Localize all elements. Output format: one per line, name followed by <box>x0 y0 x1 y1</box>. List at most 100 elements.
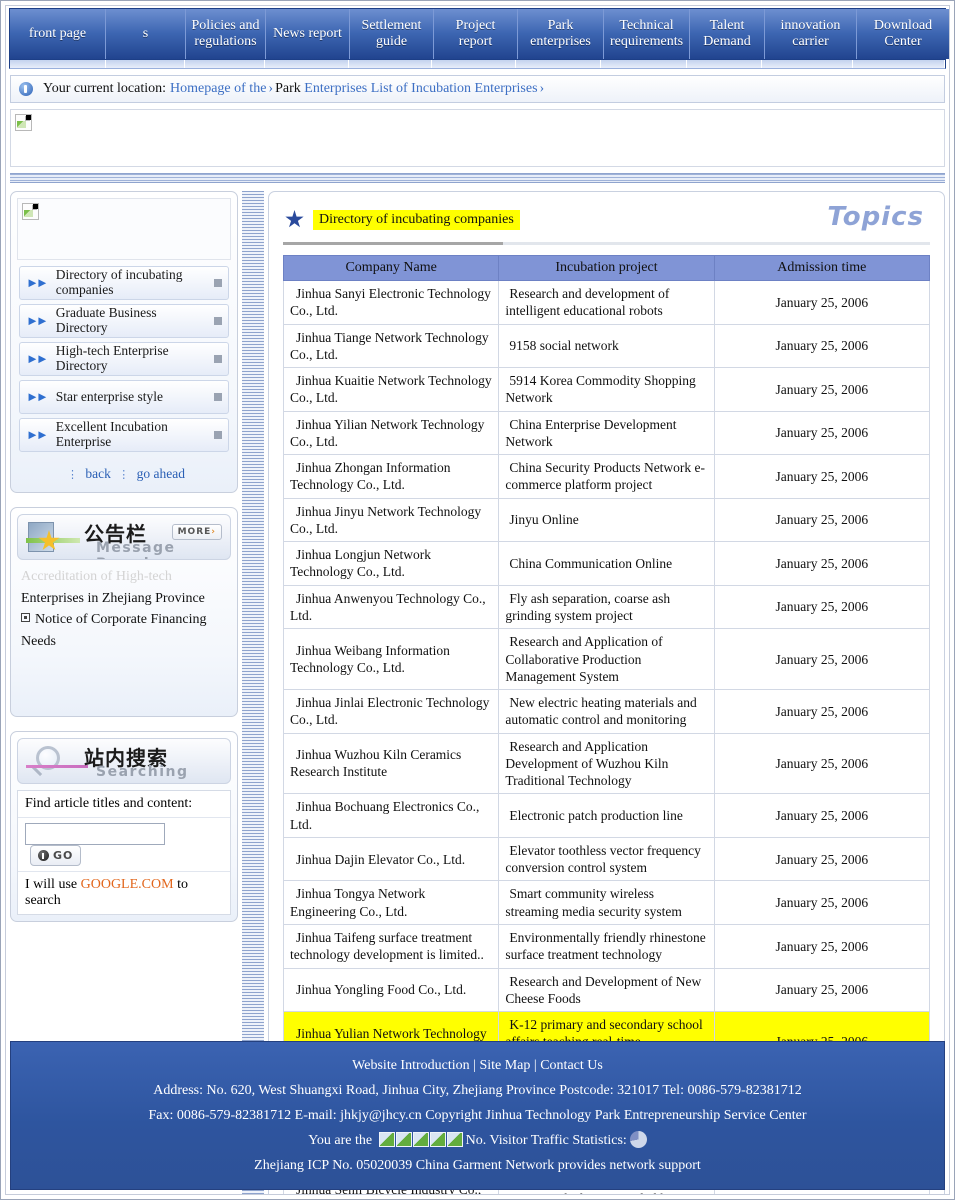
cell-incubation-project: Fly ash separation, coarse ash grinding … <box>498 584 715 630</box>
sidebar-item-label: Graduate Business Directory <box>55 305 157 335</box>
traffic-statistics-icon[interactable] <box>629 1131 647 1149</box>
breadcrumb: Your current location: Homepage of the ›… <box>10 75 945 103</box>
cell-admission-time: January 25, 2006 <box>713 454 931 499</box>
cell-incubation-project: Research and development of intelligent … <box>498 280 715 325</box>
sidebar-item-3[interactable]: ►► Star enterprise style <box>19 380 229 414</box>
footer-link-2[interactable]: Contact Us <box>540 1058 603 1073</box>
table-row[interactable]: Jinhua Jinyu Network Technology Co., Ltd… <box>282 497 931 543</box>
banner-area <box>10 109 945 167</box>
google-link[interactable]: GOOGLE.COM <box>81 877 174 892</box>
go-label: GO <box>53 849 74 862</box>
nav-underbar-cell-8 <box>687 60 762 68</box>
search-input[interactable] <box>25 823 165 845</box>
cell-admission-time: January 25, 2006 <box>713 836 931 882</box>
forward-arrow-icon: ⋮ <box>118 469 130 481</box>
sidebar-item-label: Star enterprise style <box>55 388 163 404</box>
sidebar-item-2[interactable]: ►► High-tech Enterprise Directory <box>19 342 229 376</box>
search-input-row: GO <box>18 818 230 872</box>
cell-admission-time: January 25, 2006 <box>713 732 931 795</box>
sidebar-item-marker <box>214 317 222 325</box>
footer-link-0[interactable]: Website Introduction <box>352 1058 469 1073</box>
cell-company-name: Jinhua Zhongan Information Technology Co… <box>282 454 500 499</box>
nav-item-7[interactable]: Technical requirements <box>604 9 690 59</box>
sidebar-item-1[interactable]: ►► Graduate Business Directory <box>19 304 229 338</box>
table-row[interactable]: Jinhua Tongya Network Engineering Co., L… <box>282 880 931 925</box>
table-row[interactable]: Jinhua Yongling Food Co., Ltd. Research a… <box>282 967 931 1013</box>
table-row[interactable]: Jinhua Yilian Network Technology Co., Lt… <box>282 410 931 456</box>
nav-underbar-cell-10 <box>853 60 946 68</box>
topics-label: Topics <box>827 202 924 232</box>
site-search-title-en: Searching <box>96 764 189 780</box>
star-icon <box>285 210 304 228</box>
message-board-list: Accreditation of High-tech Enterprises in… <box>17 560 231 710</box>
nav-item-8[interactable]: Talent Demand <box>690 9 765 59</box>
cell-company-name: Jinhua Jinlai Electronic Technology Co.,… <box>282 689 500 734</box>
cell-incubation-project: New electric heating materials and autom… <box>498 689 715 734</box>
message-board-title-en: Message Board <box>96 540 176 559</box>
back-arrow-icon: ⋮ <box>67 469 79 481</box>
table-row[interactable]: Jinhua Dajin Elevator Co., Ltd. Elevator … <box>282 836 931 882</box>
cell-company-name: Jinhua Weibang Information Technology Co… <box>282 628 500 691</box>
table-column-header-0: Company Name <box>282 255 500 281</box>
cell-incubation-project: China Enterprise Development Network <box>498 410 715 456</box>
nav-item-5[interactable]: Project report <box>434 9 518 59</box>
nav-item-0[interactable]: front page <box>10 9 106 59</box>
footer-link-1[interactable]: Site Map <box>479 1058 530 1073</box>
sidebar-item-0[interactable]: ►► Directory of incubating companies <box>19 266 229 300</box>
message-board-item-1[interactable]: Enterprises in Zhejiang Province <box>21 588 229 610</box>
nav-item-6[interactable]: Park enterprises <box>518 9 604 59</box>
table-row[interactable]: Jinhua Kuaitie Network Technology Co., L… <box>282 367 931 412</box>
site-search-body: Find article titles and content: GO I wi… <box>17 790 231 915</box>
cell-company-name: Jinhua Jinyu Network Technology Co., Ltd… <box>282 497 500 543</box>
nav-underbar-cell-9 <box>762 60 854 68</box>
table-row[interactable]: Jinhua Jinlai Electronic Technology Co.,… <box>282 689 931 734</box>
cell-incubation-project: Elevator toothless vector frequency conv… <box>498 836 715 882</box>
table-row[interactable]: Jinhua Zhongan Information Technology Co… <box>282 454 931 499</box>
cell-company-name: Jinhua Kuaitie Network Technology Co., L… <box>282 367 500 412</box>
message-board-item-3[interactable]: Needs <box>21 631 229 653</box>
table-row[interactable]: Jinhua Wuzhou Kiln Ceramics Research Ins… <box>282 732 931 795</box>
sidebar-item-4[interactable]: ►► Excellent Incubation Enterprise <box>19 418 229 452</box>
cell-admission-time: January 25, 2006 <box>713 497 931 543</box>
sidebar-item-label: High-tech Enterprise Directory <box>55 343 169 373</box>
table-row[interactable]: Jinhua Sanyi Electronic Technology Co., … <box>282 280 931 325</box>
table-header-row: Company Name Incubation project Admission … <box>282 255 931 281</box>
table-row[interactable]: Jinhua Weibang Information Technology Co… <box>282 628 931 691</box>
message-board-item-2[interactable]: Notice of Corporate Financing <box>21 609 229 631</box>
search-prompt: Find article titles and content: <box>18 791 230 818</box>
table-row[interactable]: Jinhua Tiange Network Technology Co., Lt… <box>282 323 931 369</box>
cell-admission-time: January 25, 2006 <box>713 367 931 412</box>
cell-company-name: Jinhua Taifeng surface treatment technol… <box>282 923 500 969</box>
counter-suffix: No. Visitor Traffic Statistics: <box>465 1133 627 1149</box>
broken-image-icon <box>22 203 39 220</box>
cell-incubation-project: Electronic patch production line <box>498 793 715 838</box>
breadcrumb-plain-park: Park <box>275 81 301 96</box>
nav-item-2[interactable]: Policies and regulations <box>186 9 266 59</box>
breadcrumb-link-home[interactable]: Homepage of the <box>170 81 266 97</box>
nav-item-9[interactable]: innovation carrier <box>765 9 857 59</box>
nav-item-3[interactable]: News report <box>266 9 350 59</box>
sidebar-back-link[interactable]: back <box>85 466 110 481</box>
table-row[interactable]: Jinhua Anwenyou Technology Co., Ltd. Fly … <box>282 584 931 630</box>
cell-company-name: Jinhua Tongya Network Engineering Co., L… <box>282 880 500 925</box>
sidebar-forward-link[interactable]: go ahead <box>137 466 185 481</box>
banner-divider <box>10 173 945 183</box>
cell-company-name: Jinhua Dajin Elevator Co., Ltd. <box>282 836 500 882</box>
message-board-icon <box>26 521 80 555</box>
page-frame: front page s Policies and regulations News … <box>0 0 955 1200</box>
search-go-button[interactable]: GO <box>30 845 82 866</box>
footer-link-separator: | <box>469 1058 480 1074</box>
nav-item-10[interactable]: Download Center <box>857 9 949 59</box>
nav-underbar <box>9 60 946 69</box>
table-row[interactable]: Jinhua Bochuang Electronics Co., Ltd. Ele… <box>282 793 931 838</box>
message-board-more-button[interactable]: MORE› <box>171 524 222 540</box>
nav-underbar-cell-5 <box>432 60 516 68</box>
table-row[interactable]: Jinhua Taifeng surface treatment technol… <box>282 923 931 969</box>
cell-incubation-project: China Communication Online <box>498 541 715 586</box>
breadcrumb-link-list[interactable]: Enterprises List of Incubation Enterpris… <box>304 81 537 97</box>
cell-admission-time: January 25, 2006 <box>713 923 931 969</box>
breadcrumb-separator-1: › <box>268 81 274 96</box>
nav-item-1[interactable]: s <box>106 9 186 59</box>
table-row[interactable]: Jinhua Longjun Network Technology Co., L… <box>282 541 931 586</box>
nav-item-4[interactable]: Settlement guide <box>350 9 434 59</box>
